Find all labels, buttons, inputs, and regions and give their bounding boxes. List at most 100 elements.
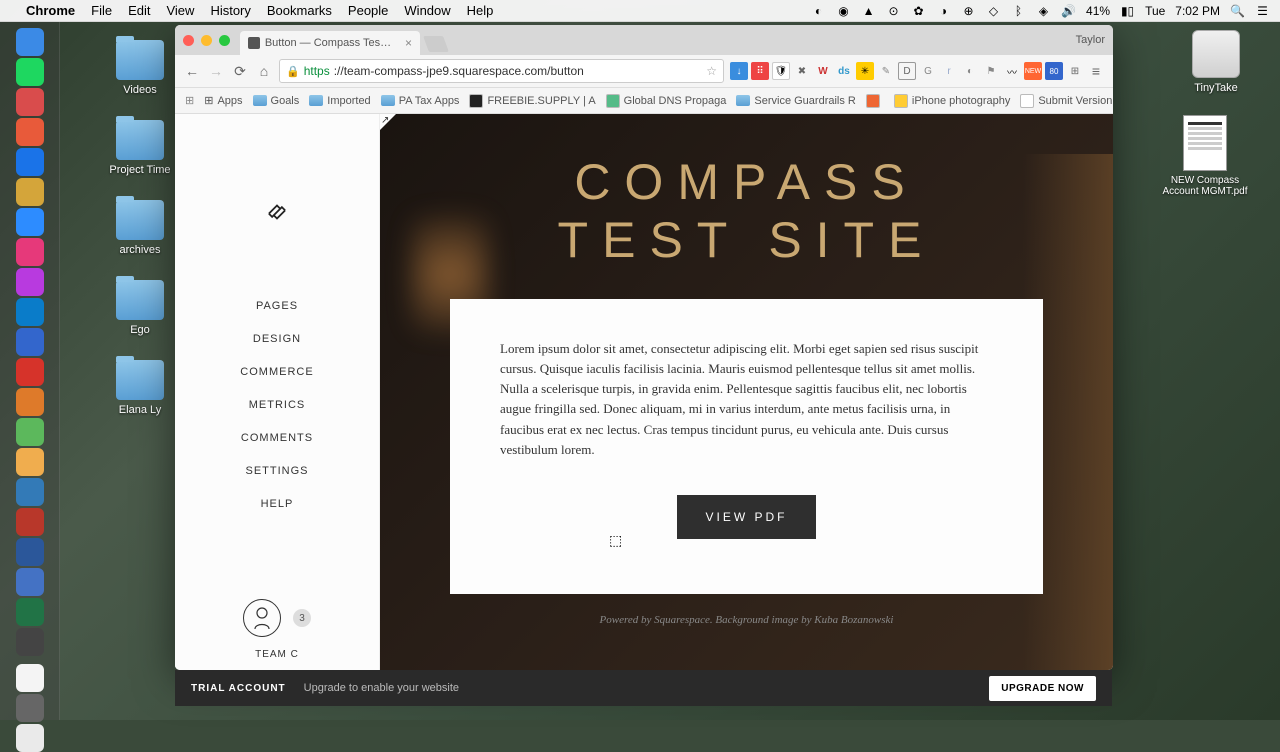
sidebar-item-pages[interactable]: PAGES xyxy=(256,300,298,312)
dock-app-icon[interactable] xyxy=(16,58,44,86)
menu-people[interactable]: People xyxy=(348,3,388,18)
dock-app-icon[interactable] xyxy=(16,118,44,146)
sidebar-item-design[interactable]: DESIGN xyxy=(253,333,301,345)
dock-app-icon[interactable] xyxy=(16,328,44,356)
dock-app-icon[interactable] xyxy=(16,298,44,326)
chrome-menu-icon[interactable]: ≡ xyxy=(1087,62,1105,80)
new-tab-button[interactable] xyxy=(423,36,449,52)
apps-icon[interactable]: ⊞ xyxy=(185,94,194,107)
menu-view[interactable]: View xyxy=(166,3,194,18)
battery-percent[interactable]: 41% xyxy=(1086,4,1110,18)
notifications-icon[interactable]: ☰ xyxy=(1255,3,1270,18)
dock-app-icon[interactable] xyxy=(16,724,44,752)
menulet-icon[interactable]: ◑ xyxy=(936,3,951,18)
menu-window[interactable]: Window xyxy=(404,3,450,18)
clock-time[interactable]: 7:02 PM xyxy=(1175,4,1220,18)
dock-app-icon[interactable] xyxy=(16,628,44,656)
desktop-file[interactable]: NEW Compass Account MGMT.pdf xyxy=(1160,115,1250,197)
extension-icon[interactable]: ✳ xyxy=(856,62,874,80)
bookmark-item[interactable]: iPhone photography xyxy=(894,94,1010,108)
extension-icon[interactable]: ds xyxy=(835,62,853,80)
close-button[interactable] xyxy=(183,35,194,46)
extension-icon[interactable]: 80 xyxy=(1045,62,1063,80)
app-name[interactable]: Chrome xyxy=(26,3,75,18)
back-button[interactable]: ← xyxy=(183,62,201,80)
minimize-button[interactable] xyxy=(201,35,212,46)
menu-history[interactable]: History xyxy=(210,3,250,18)
desktop-folder[interactable]: Project Time xyxy=(108,120,172,176)
extension-icon[interactable]: ◐ xyxy=(961,62,979,80)
dock-app-icon[interactable] xyxy=(16,568,44,596)
forward-button[interactable]: → xyxy=(207,62,225,80)
dock-app-icon[interactable] xyxy=(16,148,44,176)
dock-app-icon[interactable] xyxy=(16,88,44,116)
sidebar-item-metrics[interactable]: METRICS xyxy=(249,399,306,411)
bookmark-item[interactable]: Service Guardrails R xyxy=(736,95,855,107)
desktop-folder[interactable]: Ego xyxy=(108,280,172,336)
home-button[interactable]: ⌂ xyxy=(255,62,273,80)
menulet-icon[interactable]: ◉ xyxy=(836,3,851,18)
menu-help[interactable]: Help xyxy=(467,3,494,18)
dock-app-icon[interactable] xyxy=(16,208,44,236)
content-block[interactable]: Lorem ipsum dolor sit amet, consectetur … xyxy=(450,299,1043,594)
extension-icon[interactable]: ↓ xyxy=(730,62,748,80)
reload-button[interactable]: ⟳ xyxy=(231,62,249,80)
extension-icon[interactable]: ⚑ xyxy=(982,62,1000,80)
extension-icon[interactable]: ⊞ xyxy=(1066,62,1084,80)
volume-icon[interactable]: 🔊 xyxy=(1061,3,1076,18)
extension-icon[interactable]: G xyxy=(919,62,937,80)
dock-app-icon[interactable] xyxy=(16,538,44,566)
menulet-icon[interactable]: ⊙ xyxy=(886,3,901,18)
view-pdf-button[interactable]: VIEW PDF xyxy=(677,495,815,539)
spotlight-icon[interactable]: 🔍 xyxy=(1230,3,1245,18)
desktop-folder[interactable]: Elana Ly xyxy=(108,360,172,416)
dock-app-icon[interactable] xyxy=(16,28,44,56)
zoom-button[interactable] xyxy=(219,35,230,46)
menulet-icon[interactable]: ▲ xyxy=(861,3,876,18)
bluetooth-icon[interactable]: ᛒ xyxy=(1011,3,1026,18)
dock-app-icon[interactable] xyxy=(16,508,44,536)
menulet-icon[interactable]: ⊕ xyxy=(961,3,976,18)
extension-icon[interactable]: 🛡 xyxy=(772,62,790,80)
dock-app-icon[interactable] xyxy=(16,388,44,416)
sidebar-item-help[interactable]: HELP xyxy=(261,498,294,510)
sidebar-item-settings[interactable]: SETTINGS xyxy=(245,465,308,477)
bookmark-item[interactable]: ⊞Apps xyxy=(204,94,242,107)
wifi-icon[interactable]: ◈ xyxy=(1036,3,1051,18)
dock-app-icon[interactable] xyxy=(16,478,44,506)
extension-icon[interactable]: r xyxy=(940,62,958,80)
bookmark-item[interactable]: Global DNS Propaga xyxy=(606,94,727,108)
desktop-folder[interactable]: archives xyxy=(108,200,172,256)
menu-file[interactable]: File xyxy=(91,3,112,18)
menu-bookmarks[interactable]: Bookmarks xyxy=(267,3,332,18)
sidebar-user[interactable]: 3 TEAM C xyxy=(243,599,311,660)
dock-app-icon[interactable] xyxy=(16,694,44,722)
extension-icon[interactable]: NEW xyxy=(1024,62,1042,80)
desktop-folder[interactable]: Videos xyxy=(108,40,172,96)
address-bar[interactable]: 🔒 https://team-compass-jpe9.squarespace.… xyxy=(279,59,724,83)
sidebar-item-commerce[interactable]: COMMERCE xyxy=(240,366,313,378)
squarespace-logo-icon[interactable] xyxy=(264,199,290,230)
dock-app-icon[interactable] xyxy=(16,358,44,386)
site-preview[interactable]: COMPASS TEST SITE Lorem ipsum dolor sit … xyxy=(380,114,1113,670)
tab-close-icon[interactable]: × xyxy=(405,36,412,50)
extension-icon[interactable]: 〰 xyxy=(1003,62,1021,80)
battery-icon[interactable]: ▮▯ xyxy=(1120,3,1135,18)
bookmark-item[interactable]: Imported xyxy=(309,95,370,107)
dock-app-icon[interactable] xyxy=(16,598,44,626)
expand-preview-icon[interactable] xyxy=(380,114,396,130)
dock-app-icon[interactable] xyxy=(16,664,44,692)
dock-app-icon[interactable] xyxy=(16,448,44,476)
menu-edit[interactable]: Edit xyxy=(128,3,150,18)
bookmark-item[interactable]: FREEBIE.SUPPLY | A xyxy=(469,94,595,108)
extension-icon[interactable]: ⠿ xyxy=(751,62,769,80)
menulet-icon[interactable]: ◐ xyxy=(811,3,826,18)
bookmark-item[interactable]: Submit Version xyxy=(1020,94,1112,108)
clock-day[interactable]: Tue xyxy=(1145,4,1165,18)
bookmark-item[interactable]: PA Tax Apps xyxy=(381,95,460,107)
bookmark-item[interactable] xyxy=(866,94,884,108)
dock-app-icon[interactable] xyxy=(16,238,44,266)
dock-app-icon[interactable] xyxy=(16,418,44,446)
dock-app-icon[interactable] xyxy=(16,268,44,296)
upgrade-now-button[interactable]: UPGRADE NOW xyxy=(989,676,1096,701)
